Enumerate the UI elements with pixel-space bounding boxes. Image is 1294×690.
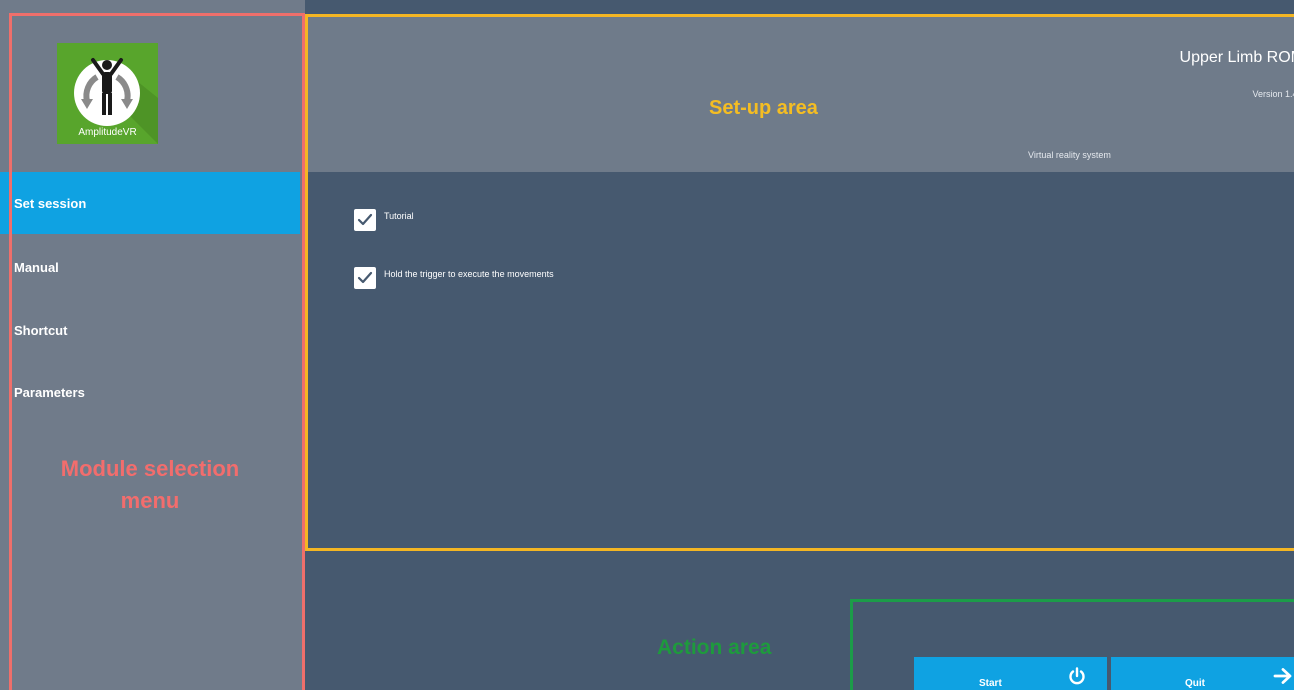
sidebar-item-set-session[interactable]: Set session [0, 172, 300, 234]
hold-trigger-label: Hold the trigger to execute the movement… [384, 269, 554, 279]
header-top-strip [305, 0, 1294, 17]
logo-text: AmplitudeVR [78, 127, 137, 138]
start-button[interactable]: Start [914, 657, 1107, 690]
checkmark-icon [357, 213, 373, 226]
power-icon [1069, 667, 1085, 685]
app-title: Upper Limb ROM [1179, 49, 1294, 66]
sidebar-item-shortcut[interactable]: Shortcut [0, 299, 300, 361]
sidebar-item-parameters[interactable]: Parameters [0, 361, 300, 423]
app-logo: AmplitudeVR [57, 43, 158, 144]
annotation-setup-area: Set-up area [709, 97, 818, 119]
sidebar-item-manual[interactable]: Manual [0, 236, 300, 298]
hold-trigger-checkbox-row[interactable]: Hold the trigger to execute the movement… [354, 267, 554, 289]
annotation-module-selection-menu: Module selection menu [60, 456, 240, 513]
tutorial-checkbox-row[interactable]: Tutorial [354, 209, 414, 231]
tutorial-checkbox[interactable] [354, 209, 376, 231]
annotation-action-area: Action area [657, 636, 772, 659]
tutorial-label: Tutorial [384, 211, 414, 221]
app-header: Upper Limb ROM Version 1.4. [305, 17, 1294, 172]
module-selection-sidebar: AmplitudeVR Set session Manual Shortcut … [0, 0, 305, 690]
app-subtitle: Virtual reality system [1028, 150, 1111, 160]
hold-trigger-checkbox[interactable] [354, 267, 376, 289]
quit-button[interactable]: Quit [1111, 657, 1294, 690]
sidebar-item-label: Shortcut [14, 322, 68, 338]
sidebar-item-label: Manual [14, 259, 59, 275]
start-button-label: Start [979, 678, 1002, 689]
quit-button-label: Quit [1185, 678, 1205, 689]
sidebar-item-label: Set session [14, 195, 87, 211]
checkmark-icon [357, 271, 373, 284]
version-label: Version 1.4. [1252, 89, 1294, 99]
arrow-right-icon [1273, 668, 1292, 684]
sidebar-item-label: Parameters [14, 384, 85, 400]
